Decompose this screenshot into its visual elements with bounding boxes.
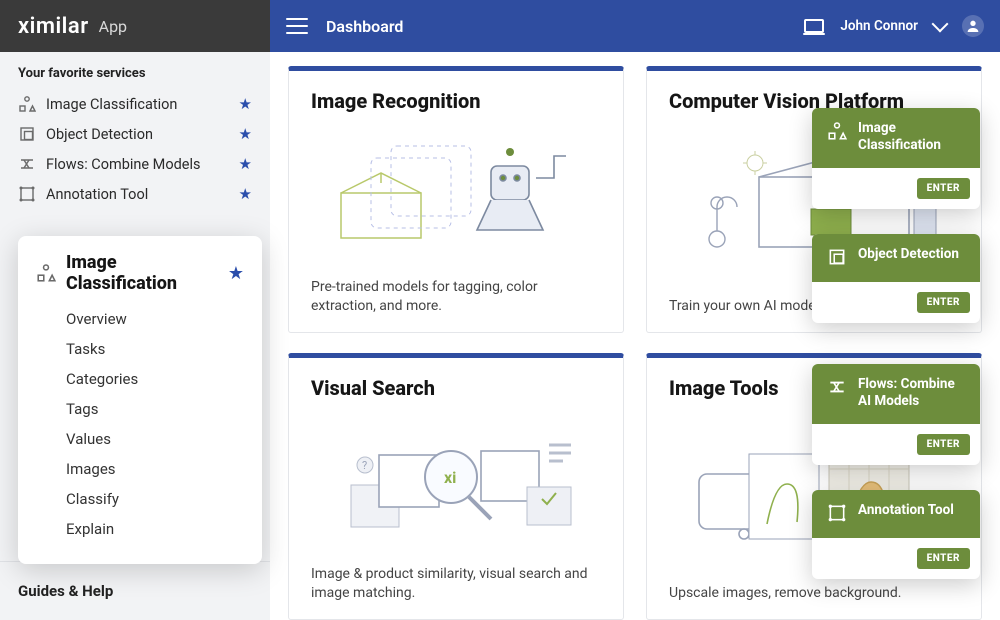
enter-button[interactable]: ENTER bbox=[917, 292, 970, 313]
sidebar-item-label: Annotation Tool bbox=[46, 186, 229, 203]
brand-logo: ximilar bbox=[18, 14, 89, 39]
star-icon[interactable]: ★ bbox=[239, 125, 252, 143]
service-card-object-detection[interactable]: Object Detection ENTER bbox=[812, 234, 980, 323]
popup-item-classify[interactable]: Classify bbox=[36, 484, 244, 514]
star-icon[interactable]: ★ bbox=[239, 155, 252, 173]
popup-item-images[interactable]: Images bbox=[36, 454, 244, 484]
popup-item-values[interactable]: Values bbox=[36, 424, 244, 454]
svg-text:xi: xi bbox=[444, 468, 456, 487]
service-card-label: Annotation Tool bbox=[858, 502, 954, 519]
popup-item-overview[interactable]: Overview bbox=[36, 304, 244, 334]
card-desc: Pre-trained models for tagging, color ex… bbox=[311, 278, 601, 316]
service-card-label: Object Detection bbox=[858, 246, 959, 263]
card-desc: Image & product similarity, visual searc… bbox=[311, 565, 601, 603]
sidebar-item-object-detection[interactable]: Object Detection ★ bbox=[10, 119, 260, 149]
guides-help-link[interactable]: Guides & Help bbox=[0, 561, 270, 620]
popup-item-tags[interactable]: Tags bbox=[36, 394, 244, 424]
service-card-label: Flows: Combine AI Models bbox=[858, 376, 966, 410]
card-title: Visual Search bbox=[311, 376, 601, 400]
sidebar-item-label: Flows: Combine Models bbox=[46, 156, 229, 173]
sidebar-item-image-classification[interactable]: Image Classification ★ bbox=[10, 89, 260, 119]
chevron-down-icon[interactable] bbox=[932, 16, 949, 33]
detection-icon bbox=[826, 246, 848, 268]
annotation-icon bbox=[826, 502, 848, 524]
detection-icon bbox=[18, 125, 36, 143]
sidebar-item-label: Object Detection bbox=[46, 126, 229, 143]
svg-text:?: ? bbox=[362, 459, 367, 472]
topbar: Dashboard John Connor bbox=[270, 0, 1000, 52]
service-card-image-classification[interactable]: Image Classification ENTER bbox=[812, 108, 980, 209]
sidebar-item-label: Image Classification bbox=[46, 96, 229, 113]
flows-icon bbox=[18, 155, 36, 173]
user-name[interactable]: John Connor bbox=[840, 18, 918, 34]
service-card-annotation-tool[interactable]: Annotation Tool ENTER bbox=[812, 490, 980, 579]
card-illustration bbox=[311, 125, 601, 270]
submenu-popup: Image Classification ★ Overview Tasks Ca… bbox=[18, 236, 262, 564]
sidebar-item-annotation-tool[interactable]: Annotation Tool ★ bbox=[10, 179, 260, 209]
star-icon[interactable]: ★ bbox=[239, 95, 252, 113]
popup-item-tasks[interactable]: Tasks bbox=[36, 334, 244, 364]
favorites-list: Image Classification ★ Object Detection … bbox=[0, 89, 270, 219]
page-title: Dashboard bbox=[326, 17, 403, 36]
service-card-flows[interactable]: Flows: Combine AI Models ENTER bbox=[812, 364, 980, 465]
favorites-header: Your favorite services bbox=[0, 52, 270, 89]
sidebar-item-flows[interactable]: Flows: Combine Models ★ bbox=[10, 149, 260, 179]
popup-item-explain[interactable]: Explain bbox=[36, 514, 244, 544]
classification-icon bbox=[36, 263, 56, 283]
classification-icon bbox=[18, 95, 36, 113]
card-visual-search[interactable]: Visual Search xi ? Image bbox=[288, 353, 624, 620]
enter-button[interactable]: ENTER bbox=[917, 434, 970, 455]
profile-icon[interactable] bbox=[962, 15, 984, 37]
annotation-icon bbox=[18, 185, 36, 203]
card-desc: Upscale images, remove background. bbox=[669, 584, 959, 603]
brand-suffix: App bbox=[99, 17, 127, 36]
service-card-label: Image Classification bbox=[858, 120, 966, 154]
brand-bar: ximilar App bbox=[0, 0, 270, 52]
flows-icon bbox=[826, 376, 848, 398]
enter-button[interactable]: ENTER bbox=[917, 548, 970, 569]
popup-title: Image Classification bbox=[66, 252, 218, 294]
star-icon[interactable]: ★ bbox=[239, 185, 252, 203]
popup-items: Overview Tasks Categories Tags Values Im… bbox=[36, 304, 244, 544]
popup-item-categories[interactable]: Categories bbox=[36, 364, 244, 394]
classification-icon bbox=[826, 120, 848, 142]
star-icon[interactable]: ★ bbox=[228, 263, 244, 284]
card-title: Image Recognition bbox=[311, 89, 601, 113]
device-icon[interactable] bbox=[804, 19, 824, 33]
menu-icon[interactable] bbox=[286, 18, 308, 34]
enter-button[interactable]: ENTER bbox=[917, 178, 970, 199]
card-image-recognition[interactable]: Image Recognition bbox=[288, 66, 624, 333]
card-illustration: xi ? bbox=[311, 412, 601, 557]
